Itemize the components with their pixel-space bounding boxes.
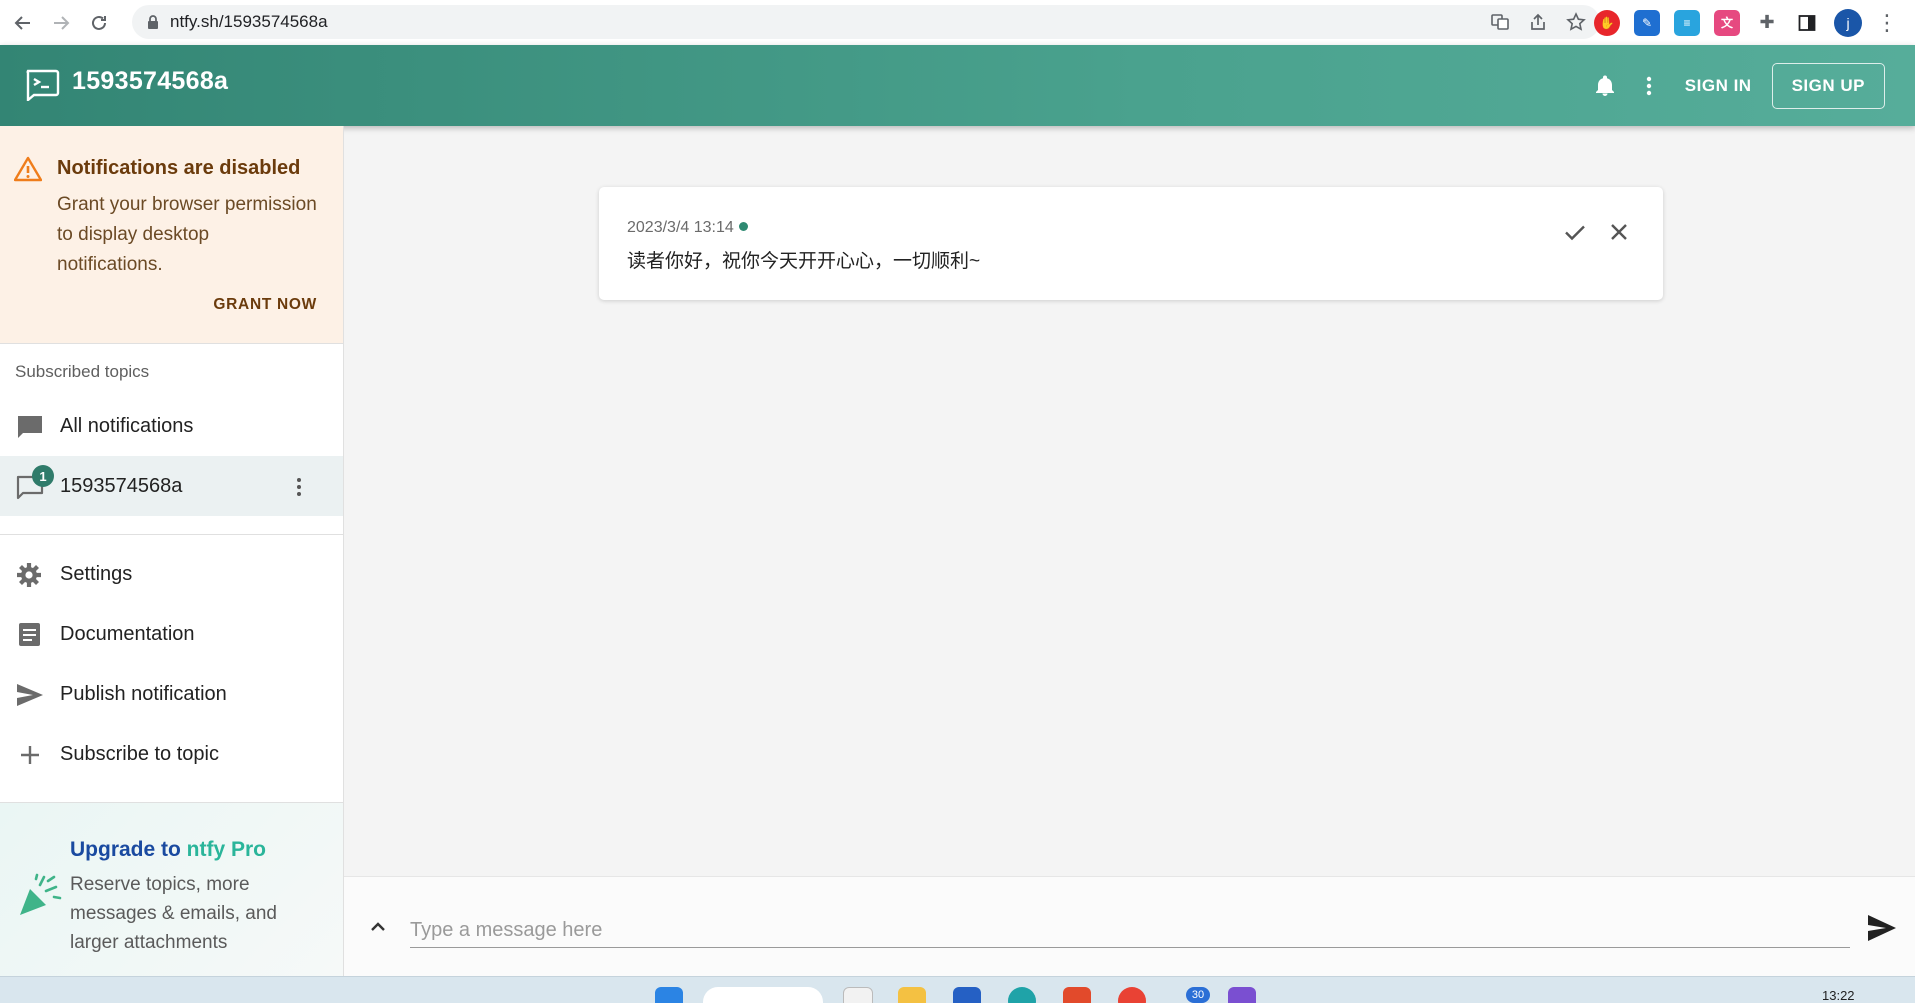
chrome-icon[interactable]	[1118, 987, 1146, 1003]
back-arrow-icon	[14, 15, 30, 30]
alert-title: Notifications are disabled	[57, 157, 301, 179]
upgrade-description: Reserve topics, more messages & emails, …	[70, 874, 277, 953]
sidebar-item-subscribe[interactable]: Subscribe to topic	[0, 724, 343, 784]
store-icon[interactable]	[953, 987, 981, 1003]
sidebar-item-label: Documentation	[60, 622, 195, 645]
browser-toolbar: ntfy.sh/1593574568a ✋ ✎ ≡ 文 ✚ j ⋮	[0, 0, 1915, 46]
browser-menu-icon[interactable]: ⋮	[1876, 11, 1898, 34]
sidebar-item-settings[interactable]: Settings	[0, 544, 343, 604]
forward-arrow-icon	[54, 15, 70, 30]
start-menu-icon[interactable]	[655, 987, 683, 1003]
upgrade-title-product: ntfy Pro	[186, 838, 267, 861]
reader-extension-icon[interactable]: ≡	[1674, 9, 1700, 36]
divider	[0, 534, 343, 535]
file-explorer-icon[interactable]	[898, 987, 926, 1003]
taskbar-badge: 30	[1186, 987, 1210, 1003]
sidebar-item-all-notifications[interactable]: All notifications	[0, 396, 343, 456]
timestamp-text: 2023/3/4 13:14	[627, 219, 734, 236]
sign-in-button[interactable]: SIGN IN	[1685, 76, 1752, 96]
warning-icon	[14, 156, 42, 182]
forward-button[interactable]	[42, 4, 80, 42]
sidebar-item-topic[interactable]: 1 1593574568a	[0, 456, 343, 516]
sidebar-item-label: 1593574568a	[60, 474, 183, 497]
upgrade-banner[interactable]: Upgrade to ntfy Pro Reserve topics, more…	[0, 802, 343, 977]
translate-extension-icon[interactable]: 文	[1714, 9, 1740, 36]
ntfy-logo-icon	[26, 69, 60, 101]
bookmark-star-icon[interactable]	[1566, 12, 1586, 32]
send-message-icon[interactable]	[1866, 913, 1898, 943]
reload-icon	[92, 15, 106, 30]
gear-icon	[17, 563, 41, 587]
topic-menu-icon[interactable]	[287, 474, 311, 500]
back-button[interactable]	[4, 4, 42, 42]
sidebar-item-publish[interactable]: Publish notification	[0, 664, 343, 724]
sidebar-item-documentation[interactable]: Documentation	[0, 604, 343, 664]
notification-card: 2023/3/4 13:14 读者你好，祝你今天开开心心，一切顺利~	[599, 187, 1663, 300]
divider	[0, 343, 343, 344]
notification-message: 读者你好，祝你今天开开心心，一切顺利~	[627, 251, 981, 272]
os-taskbar: 30 13:22	[0, 976, 1915, 1003]
sign-up-button[interactable]: SIGN UP	[1771, 62, 1885, 109]
unread-badge: 1	[32, 465, 54, 487]
sidebar-item-label: Publish notification	[60, 682, 227, 705]
office-icon[interactable]	[1063, 987, 1091, 1003]
subscribed-topics-header: Subscribed topics	[15, 362, 150, 381]
grant-now-button[interactable]: GRANT NOW	[213, 296, 317, 314]
adblock-extension-icon[interactable]: ✋	[1594, 9, 1620, 36]
message-composer	[344, 876, 1915, 977]
more-options-icon[interactable]	[1637, 74, 1661, 98]
side-panel-icon[interactable]	[1794, 10, 1820, 36]
reload-button[interactable]	[80, 4, 118, 42]
notification-timestamp: 2023/3/4 13:14	[627, 219, 748, 237]
taskbar-search[interactable]	[703, 987, 823, 1003]
notes-extension-icon[interactable]: ✎	[1634, 9, 1660, 36]
chat-bubble-icon	[18, 416, 42, 438]
url-text: ntfy.sh/1593574568a	[170, 12, 328, 31]
message-input[interactable]	[410, 913, 1850, 948]
profile-avatar[interactable]: j	[1834, 8, 1862, 37]
translate-icon[interactable]	[1490, 12, 1510, 32]
page-title: 1593574568a	[72, 67, 229, 95]
extensions-puzzle-icon[interactable]: ✚	[1754, 10, 1780, 36]
sidebar: Notifications are disabled Grant your br…	[0, 126, 344, 977]
lock-icon	[146, 15, 160, 29]
upgrade-title-prefix: Upgrade to	[70, 838, 187, 861]
plus-icon	[21, 746, 39, 764]
upgrade-title: Upgrade to ntfy Pro	[70, 838, 266, 862]
party-popper-icon	[20, 873, 62, 915]
chevron-up-icon[interactable]	[366, 915, 390, 939]
new-indicator-dot	[738, 222, 748, 231]
sidebar-item-label: Subscribe to topic	[60, 742, 219, 765]
bell-icon[interactable]	[1593, 74, 1617, 98]
address-bar[interactable]: ntfy.sh/1593574568a	[132, 5, 1600, 39]
sidebar-item-label: All notifications	[60, 414, 194, 437]
sidebar-item-label: Settings	[60, 562, 133, 585]
alert-body: Grant your browser permission to display…	[57, 194, 317, 275]
app-icon[interactable]	[1228, 987, 1256, 1003]
edge-icon[interactable]	[1008, 987, 1036, 1003]
notifications-disabled-alert: Notifications are disabled Grant your br…	[0, 126, 343, 343]
mark-read-check-icon[interactable]	[1563, 220, 1587, 244]
document-icon	[19, 623, 40, 646]
task-view-icon[interactable]	[843, 987, 873, 1003]
app-bar: 1593574568a SIGN IN SIGN UP	[0, 45, 1915, 126]
close-icon[interactable]	[1607, 220, 1631, 244]
send-icon	[17, 684, 43, 706]
share-icon[interactable]	[1528, 12, 1548, 32]
taskbar-clock: 13:22	[1822, 988, 1855, 1003]
